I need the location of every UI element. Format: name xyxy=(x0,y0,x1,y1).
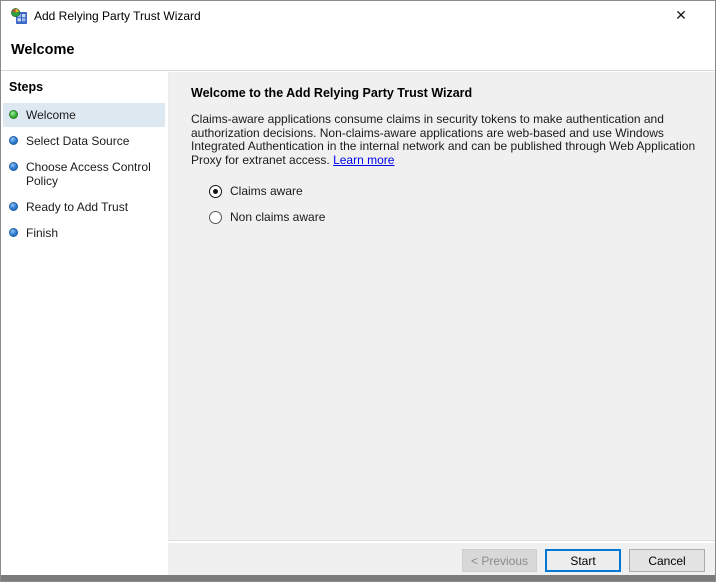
radio-label: Non claims aware xyxy=(230,210,326,224)
previous-button[interactable]: < Previous xyxy=(462,549,537,572)
step-label: Finish xyxy=(26,226,59,240)
radio-label: Claims aware xyxy=(230,184,303,198)
title-bar: Add Relying Party Trust Wizard ✕ xyxy=(1,1,715,31)
wizard-app-icon xyxy=(11,8,27,24)
radio-button-icon[interactable] xyxy=(209,184,222,198)
step-pending-dot-icon xyxy=(9,162,18,171)
sidebar-item-select-data-source: Select Data Source xyxy=(3,129,165,153)
description-line: authorization decisions. Non-claims-awar… xyxy=(191,125,664,140)
learn-more-link[interactable]: Learn more xyxy=(333,153,394,167)
window-bottom-edge xyxy=(1,575,715,581)
steps-header: Steps xyxy=(9,80,44,94)
cancel-button[interactable]: Cancel xyxy=(629,549,705,572)
sidebar-item-ready-to-add-trust: Ready to Add Trust xyxy=(3,195,165,219)
step-pending-dot-icon xyxy=(9,202,18,211)
content-heading: Welcome to the Add Relying Party Trust W… xyxy=(191,86,473,100)
step-pending-dot-icon xyxy=(9,228,18,237)
wizard-window: Add Relying Party Trust Wizard ✕ Welcome… xyxy=(0,0,716,582)
description-line-text: Proxy for extranet access. xyxy=(191,152,330,167)
start-button[interactable]: Start xyxy=(545,549,621,572)
steps-sidebar: Steps Welcome Select Data Source Choose … xyxy=(1,72,168,575)
step-current-dot-icon xyxy=(9,110,18,119)
sidebar-item-finish: Finish xyxy=(3,221,165,245)
step-label: Select Data Source xyxy=(26,134,130,148)
step-label: Ready to Add Trust xyxy=(26,200,129,214)
page-title: Welcome xyxy=(11,42,75,58)
description-line: Claims-aware applications consume claims… xyxy=(191,112,664,126)
application-type-radio-group: Claims aware Non claims aware xyxy=(209,184,715,224)
sidebar-item-welcome: Welcome xyxy=(3,103,165,127)
step-label: Welcome xyxy=(26,108,76,122)
description-line: Integrated Authentication in the interna… xyxy=(191,139,696,153)
step-pending-dot-icon xyxy=(9,136,18,145)
radio-claims-aware[interactable]: Claims aware xyxy=(209,184,715,198)
content-panel: Welcome to the Add Relying Party Trust W… xyxy=(168,72,715,541)
radio-non-claims-aware[interactable]: Non claims aware xyxy=(209,210,715,224)
page-header: Welcome xyxy=(1,31,715,71)
close-icon[interactable]: ✕ xyxy=(667,3,695,29)
radio-button-icon[interactable] xyxy=(209,210,222,224)
description-paragraph: Claims-aware applications consume claims… xyxy=(191,112,715,168)
sidebar-item-choose-access-control-policy: Choose Access Control Policy xyxy=(3,155,165,193)
step-label: Choose Access Control Policy xyxy=(26,160,151,188)
description-line: Proxy for extranet access. Learn more xyxy=(191,152,715,168)
window-title: Add Relying Party Trust Wizard xyxy=(34,9,201,23)
